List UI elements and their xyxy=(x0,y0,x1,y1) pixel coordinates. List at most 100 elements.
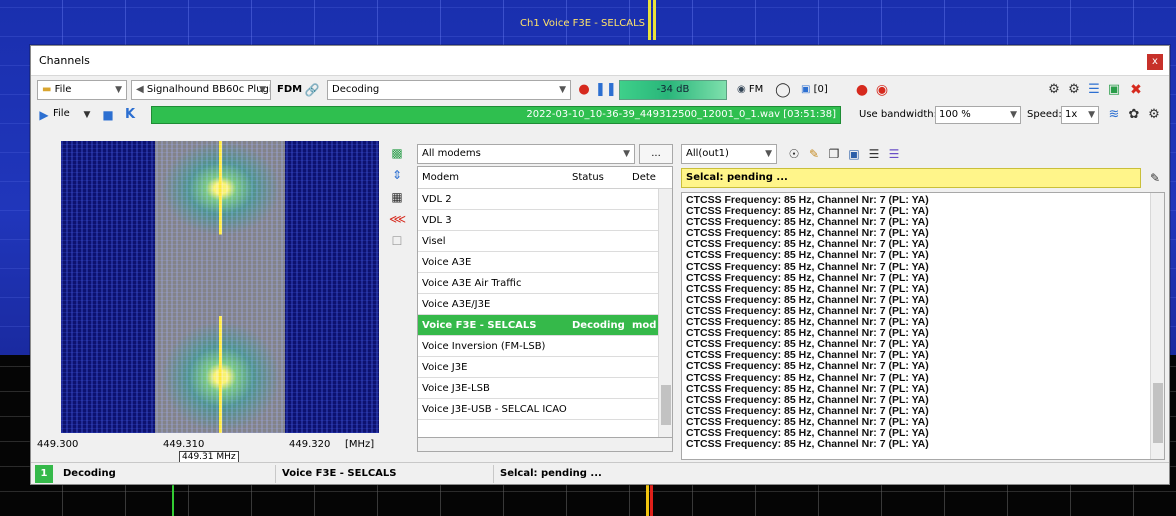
use-bandwidth-label: Use bandwidth: xyxy=(859,109,937,120)
list-icon[interactable]: ☰ xyxy=(865,145,883,163)
modem-cell-name: Voice A3E/J3E xyxy=(422,299,491,310)
log-line: CTCSS Frequency: 85 Hz, Channel Nr: 7 (P… xyxy=(686,249,929,262)
modem-table-scrollbar[interactable] xyxy=(658,189,672,437)
log-lines: CTCSS Frequency: 85 Hz, Channel Nr: 7 (P… xyxy=(686,194,1160,450)
zoom-icon: ▣ xyxy=(801,84,811,95)
column-header-modem[interactable]: Modem xyxy=(422,172,459,183)
snapshot-icon[interactable]: ▩ xyxy=(389,144,405,164)
modem-cell-name: Voice F3E - SELCALS xyxy=(422,320,537,331)
mode-select[interactable]: Decoding ▼ xyxy=(327,80,571,100)
channel-marker-right xyxy=(653,0,656,40)
modem-filter-select[interactable]: All modems ▼ xyxy=(417,144,635,164)
bandwidth-select[interactable]: 100 % ▼ xyxy=(935,106,1021,124)
chevron-down-icon: ▼ xyxy=(623,149,630,159)
modem-table-hscrollbar[interactable] xyxy=(417,438,673,452)
fdm-label[interactable]: FDM xyxy=(277,80,302,100)
plugin-icon[interactable]: ✿ xyxy=(1125,106,1143,124)
link-icon[interactable]: 🔗 xyxy=(303,81,321,99)
lock-icon[interactable]: ☐ xyxy=(389,232,405,252)
column-header-detection[interactable]: Dete xyxy=(632,172,656,183)
modem-row[interactable]: Voice A3E xyxy=(418,252,672,273)
modem-row[interactable]: VDL 3 xyxy=(418,210,672,231)
modem-more-button[interactable]: ... xyxy=(639,144,673,164)
modem-row[interactable]: Voice Inversion (FM-LSB) xyxy=(418,336,672,357)
tune-icon[interactable]: ◯ xyxy=(773,81,793,99)
chevron-down-icon: ▼ xyxy=(115,85,122,95)
modem-row[interactable]: Visel xyxy=(418,231,672,252)
recording-progress-bar[interactable]: 2022-03-10_10-36-39_449312500_12001_0_1.… xyxy=(151,106,841,124)
config-icon[interactable]: ⚙ xyxy=(1145,106,1163,124)
export-icon[interactable]: ⚙ xyxy=(1065,81,1083,99)
arrows-icon[interactable]: ⇕ xyxy=(389,166,405,186)
record-start-icon[interactable]: ● xyxy=(575,81,593,99)
stop-icon[interactable]: ■ xyxy=(101,106,115,124)
list-icon[interactable]: ☰ xyxy=(1085,81,1103,99)
settings-icon[interactable]: ⚙ xyxy=(1045,81,1063,99)
wave-icon[interactable]: ≋ xyxy=(1105,106,1123,124)
output-log[interactable]: CTCSS Frequency: 85 Hz, Channel Nr: 7 (P… xyxy=(681,192,1165,460)
scrollbar-thumb[interactable] xyxy=(661,385,671,425)
scrollbar-thumb[interactable] xyxy=(1153,383,1163,443)
speed-select[interactable]: 1x ▼ xyxy=(1061,106,1099,124)
fm-icon: ◉ xyxy=(737,84,746,95)
speed-value: 1x xyxy=(1065,109,1078,120)
modem-cell-name: VDL 2 xyxy=(422,194,452,205)
output-channel-select[interactable]: All(out1) ▼ xyxy=(681,144,777,164)
modem-row[interactable]: Voice J3E xyxy=(418,357,672,378)
center-icon[interactable]: ⋘ xyxy=(389,210,406,230)
chevron-down-icon[interactable]: ▼ xyxy=(81,106,93,124)
modem-cell-det: mod xyxy=(632,320,657,331)
modem-row[interactable]: VDL 2 xyxy=(418,189,672,210)
copy-icon[interactable]: ❐ xyxy=(825,145,843,163)
waterfall-display[interactable] xyxy=(61,141,379,433)
modem-cell-status: Decoding xyxy=(572,320,625,331)
window-icon[interactable]: ▣ xyxy=(1105,81,1123,99)
axis-tick: 449.300 xyxy=(37,439,79,450)
skip-back-icon[interactable]: K xyxy=(123,106,137,124)
file-menu-combo[interactable]: ▬ File ▼ xyxy=(37,80,127,100)
playback-file-label[interactable]: File xyxy=(53,104,70,124)
pause-icon[interactable]: ❚❚ xyxy=(595,81,617,99)
selcal-status-text: Selcal: pending ... xyxy=(686,172,788,183)
grid-icon[interactable]: ▦ xyxy=(389,188,405,208)
modem-row[interactable]: Voice A3E Air Traffic xyxy=(418,273,672,294)
toolbar-main: ▬ File ▼ ◀ Signalhound BB60c Plugi ▼ FDM… xyxy=(31,78,1169,102)
brush-icon[interactable]: ✎ xyxy=(805,145,823,163)
channels-window: Channels x ▬ File ▼ ◀ Signalhound BB60c … xyxy=(30,45,1170,485)
status-channel-number: 1 xyxy=(35,465,53,483)
output-log-scrollbar[interactable] xyxy=(1150,193,1164,459)
file-menu-label: File xyxy=(54,84,72,95)
binoculars-icon[interactable]: ☉ xyxy=(785,145,803,163)
modem-rows: VDL 2 VDL 3 Visel Voice A3E Voice A3E Air Tr… xyxy=(418,189,672,420)
zoom-label: [0] xyxy=(813,84,828,95)
close-x-icon[interactable]: ✖ xyxy=(1127,81,1145,99)
modem-row[interactable]: Voice A3E/J3E xyxy=(418,294,672,315)
status-selcal: Selcal: pending ... xyxy=(493,465,793,483)
output-channel-label: All(out1) xyxy=(686,148,729,159)
column-header-status[interactable]: Status xyxy=(572,172,604,183)
stop-icon[interactable]: ◉ xyxy=(873,81,891,99)
noise-texture xyxy=(61,141,379,433)
window-title: Channels xyxy=(39,54,90,67)
filter-icon[interactable]: ☰ xyxy=(885,145,903,163)
mode-select-label: Decoding xyxy=(332,84,380,95)
fm-button[interactable]: ◉ FM xyxy=(737,80,763,100)
save-icon[interactable]: ▣ xyxy=(845,145,863,163)
device-select[interactable]: ◀ Signalhound BB60c Plugi ▼ xyxy=(131,80,271,100)
chevron-down-icon: ▼ xyxy=(1088,110,1095,120)
speed-label: Speed: xyxy=(1027,109,1062,120)
modem-row[interactable]: Voice J3E-USB - SELCAL ICAO xyxy=(418,399,672,420)
status-modem: Voice F3E - SELCALS xyxy=(275,465,493,483)
play-icon[interactable]: ▶ xyxy=(37,106,51,124)
modem-row[interactable]: Voice J3E-LSB xyxy=(418,378,672,399)
modem-row[interactable]: Voice F3E - SELCALS Decoding mod xyxy=(418,315,672,336)
chevron-down-icon: ▼ xyxy=(259,85,266,95)
record-icon[interactable]: ● xyxy=(853,81,871,99)
zoom-button[interactable]: ▣ [0] xyxy=(801,80,828,100)
close-window-button[interactable]: x xyxy=(1147,54,1163,70)
fm-label: FM xyxy=(748,84,764,95)
output-panel: All(out1) ▼ ☉ ✎ ❐ ▣ ☰ ☰ Selcal: pending … xyxy=(681,144,1165,462)
edit-icon[interactable]: ✎ xyxy=(1145,169,1165,187)
chevron-down-icon: ▼ xyxy=(1010,110,1017,120)
log-line: CTCSS Frequency: 85 Hz, Channel Nr: 7 (P… xyxy=(686,360,929,373)
